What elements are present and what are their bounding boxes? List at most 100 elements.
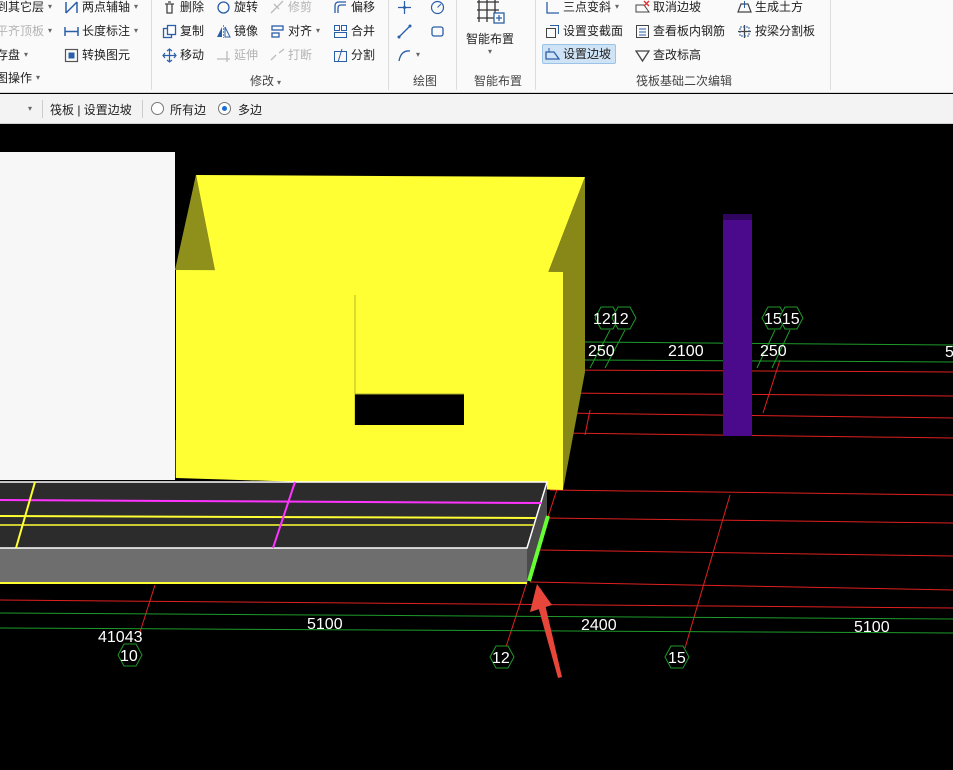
- axis-label: 10: [120, 648, 138, 665]
- dimension-label: 250: [760, 343, 787, 360]
- set-slope-edge-button[interactable]: 设置边坡: [542, 44, 617, 64]
- group-separator: [830, 0, 831, 90]
- group-separator: [456, 0, 457, 90]
- rotate-icon: [216, 0, 231, 15]
- chevron-down-icon[interactable]: ▾: [28, 104, 32, 113]
- move-button[interactable]: 移动: [162, 45, 204, 65]
- 3d-scene[interactable]: 1212 1515 10 12 15 250 2100 250 5 41043 …: [0, 125, 953, 770]
- save-button[interactable]: 存盘 ▾: [0, 45, 28, 65]
- command-option-bar: ▾ 筏板 | 设置边坡 所有边 多边: [0, 94, 953, 124]
- copy-to-other-floor-button[interactable]: 到其它层 ▾: [0, 0, 52, 17]
- three-point-slope-button[interactable]: 三点变斜 ▾: [545, 0, 619, 17]
- dimension-label: 2100: [668, 343, 704, 360]
- length-dimension-button[interactable]: 长度标注 ▾: [64, 21, 138, 41]
- view-slab-rebar-button[interactable]: 查看板内钢筋: [635, 21, 725, 41]
- align-top-slab-button[interactable]: 平齐顶板 ▾: [0, 21, 52, 41]
- chevron-down-icon: ▾: [24, 50, 29, 59]
- divider: [142, 100, 143, 118]
- delete-button[interactable]: 删除: [162, 0, 204, 17]
- copy-button[interactable]: 复制: [162, 21, 204, 41]
- generate-earthwork-button[interactable]: 生成土方: [737, 0, 803, 17]
- convert-element-icon: [64, 48, 79, 63]
- offset-button[interactable]: 偏移: [333, 0, 375, 17]
- view-rebar-icon: [635, 24, 650, 39]
- chevron-down-icon: ▾: [416, 50, 421, 59]
- move-icon: [162, 47, 177, 63]
- rotate-button[interactable]: 旋转: [216, 0, 258, 17]
- dimension-label: 41043: [98, 629, 143, 646]
- mirror-button[interactable]: 镜像: [216, 21, 258, 41]
- offset-icon: [333, 0, 348, 15]
- set-variable-section-label: 设置变截面: [563, 24, 624, 38]
- point-icon: [397, 0, 412, 15]
- group-separator: [388, 0, 389, 90]
- move-label: 移动: [180, 48, 205, 62]
- convert-element-label: 转换图元: [82, 48, 131, 62]
- purple-column[interactable]: [723, 214, 752, 436]
- smart-layout-button[interactable]: 智能布置 ▾: [462, 0, 518, 56]
- divider: [42, 100, 43, 118]
- trim-label: 修剪: [288, 0, 313, 14]
- draw-polyline-button[interactable]: ▾: [397, 45, 420, 65]
- convert-element-button[interactable]: 转换图元: [64, 45, 130, 65]
- delete-icon: [162, 0, 177, 15]
- length-dimension-icon: [64, 24, 79, 39]
- split-button[interactable]: 分割: [333, 45, 375, 65]
- chevron-down-icon: ▾: [615, 2, 620, 11]
- chevron-down-icon: ▾: [36, 73, 41, 82]
- rectangle-icon: [430, 24, 445, 39]
- edit-elevation-button[interactable]: 查改标高: [634, 45, 702, 65]
- draw-arc-button[interactable]: [430, 0, 445, 17]
- split-by-beam-icon: [737, 24, 752, 39]
- chevron-down-icon: ▾: [487, 47, 492, 56]
- set-variable-section-button[interactable]: 设置变截面: [545, 21, 623, 41]
- copy-to-other-floor-label: 到其它层: [0, 0, 45, 14]
- white-wall[interactable]: [0, 152, 175, 480]
- raft-edit-group-label: 筏板基础二次编辑: [636, 74, 733, 88]
- dimension-label: 5100: [854, 619, 890, 636]
- edit-elevation-icon: [634, 48, 651, 63]
- three-point-slope-label: 三点变斜: [563, 0, 612, 14]
- layer-operations-label: 图操作: [0, 71, 33, 85]
- cancel-slope-edge-button[interactable]: 取消边坡: [635, 0, 701, 17]
- 3d-viewport[interactable]: 1212 1515 10 12 15 250 2100 250 5 41043 …: [0, 125, 953, 770]
- all-edges-label[interactable]: 所有边: [170, 101, 206, 118]
- smart-layout-label: 智能布置: [465, 32, 514, 46]
- raft-slab[interactable]: [0, 481, 550, 584]
- two-point-axis-button[interactable]: 两点辅轴 ▾: [64, 0, 138, 17]
- mirror-icon: [216, 24, 231, 39]
- view-slab-rebar-label: 查看板内钢筋: [653, 24, 726, 38]
- draw-point-button[interactable]: [397, 0, 412, 17]
- two-point-axis-label: 两点辅轴: [82, 0, 131, 14]
- extend-button[interactable]: 延伸: [216, 45, 258, 65]
- mirror-label: 镜像: [234, 24, 259, 38]
- set-slope-edge-label: 设置边坡: [563, 47, 612, 61]
- merge-icon: [333, 24, 348, 39]
- trim-button[interactable]: 修剪: [270, 0, 312, 17]
- chevron-down-icon: ▾: [134, 2, 139, 11]
- breadcrumb: 筏板 | 设置边坡: [50, 103, 132, 117]
- split-slab-by-beam-button[interactable]: 按梁分割板: [737, 21, 815, 41]
- break-button[interactable]: 打断: [270, 45, 312, 65]
- all-edges-radio[interactable]: [151, 102, 164, 115]
- merge-label: 合并: [351, 24, 376, 38]
- merge-button[interactable]: 合并: [333, 21, 375, 41]
- delete-label: 删除: [180, 0, 205, 14]
- generate-earthwork-label: 生成土方: [755, 0, 804, 14]
- align-button[interactable]: 对齐 ▾: [270, 21, 320, 41]
- edit-elevation-label: 查改标高: [653, 48, 702, 62]
- draw-rectangle-button[interactable]: [430, 21, 445, 41]
- draw-line-button[interactable]: [397, 21, 412, 41]
- chevron-down-icon: ▾: [316, 26, 321, 35]
- three-point-slope-icon: [545, 0, 560, 15]
- multi-edge-label[interactable]: 多边: [238, 101, 262, 118]
- chevron-down-icon: ▾: [48, 2, 53, 11]
- yellow-foundation-block[interactable]: [175, 175, 585, 490]
- axis-label: 1515: [764, 311, 800, 328]
- dimension-label: 2400: [581, 617, 617, 634]
- rotate-label: 旋转: [234, 0, 259, 14]
- modify-group-label: 修改 ▾: [250, 72, 281, 89]
- copy-label: 复制: [180, 24, 205, 38]
- trim-icon: [270, 0, 285, 15]
- multi-edge-radio[interactable]: [218, 102, 231, 115]
